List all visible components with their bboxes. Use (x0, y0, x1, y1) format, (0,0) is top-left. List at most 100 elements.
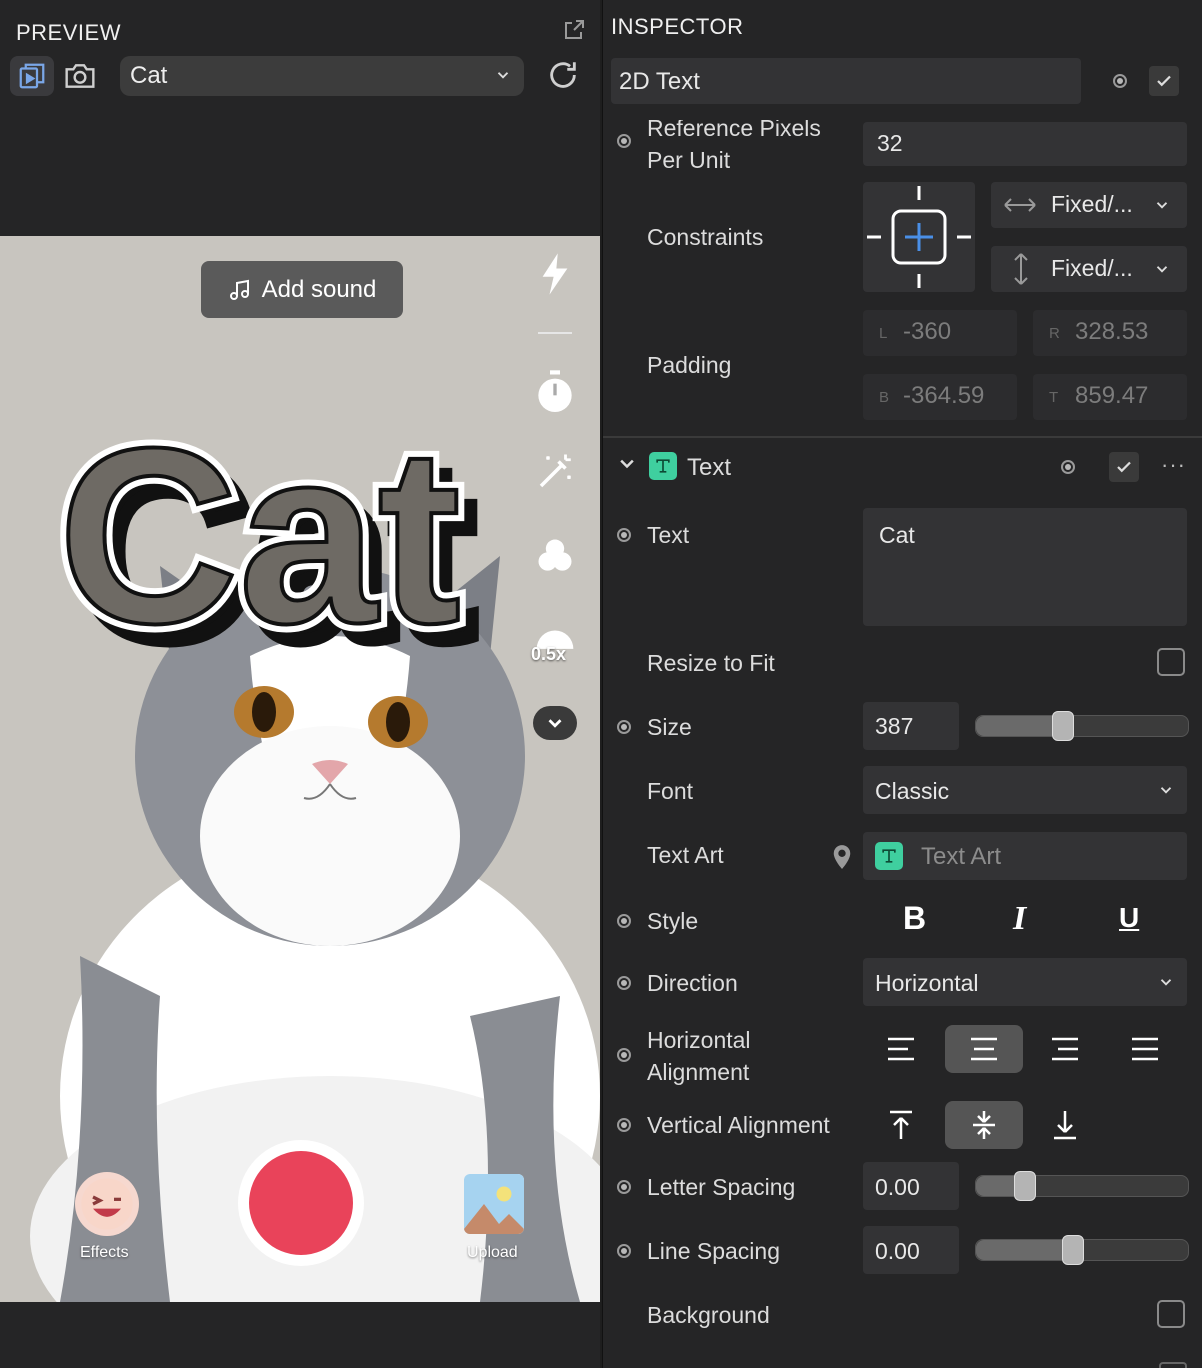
effect-selector[interactable]: Cat (120, 56, 524, 96)
filters-icon (538, 539, 572, 571)
text-radio[interactable] (617, 528, 631, 542)
external-link-icon[interactable] (562, 18, 588, 44)
object-enabled-checkbox[interactable] (1149, 66, 1179, 96)
more-options-button[interactable] (533, 706, 577, 740)
font-value: Classic (875, 778, 950, 804)
bold-button[interactable]: B (903, 900, 926, 937)
line-spacing-radio[interactable] (617, 1244, 631, 1258)
timer-icon (538, 370, 572, 412)
padding-bottom-key: B (879, 389, 890, 406)
upload-button[interactable] (464, 1174, 524, 1234)
filters-button[interactable] (533, 534, 577, 578)
letter-spacing-radio[interactable] (617, 1180, 631, 1194)
line-spacing-input[interactable]: 0.00 (863, 1226, 959, 1274)
line-spacing-slider[interactable] (975, 1235, 1189, 1265)
size-input[interactable]: 387 (863, 702, 959, 750)
record-button[interactable] (238, 1140, 364, 1266)
text-section-enabled-checkbox[interactable] (1109, 452, 1139, 482)
check-icon (1117, 461, 1131, 473)
ref-pixels-radio[interactable] (617, 134, 631, 148)
line-spacing-slider-thumb[interactable] (1062, 1235, 1084, 1265)
resize-to-fit-checkbox[interactable] (1157, 648, 1185, 676)
align-left-button[interactable] (862, 1025, 940, 1073)
align-center-icon (971, 1037, 997, 1061)
size-slider[interactable] (975, 711, 1189, 741)
padding-top-value: 859.47 (1075, 382, 1149, 409)
simulator-toggle-button[interactable] (10, 56, 54, 96)
padding-label: Padding (647, 352, 732, 378)
object-name-field[interactable]: 2D Text (611, 58, 1081, 104)
add-sound-button[interactable]: Add sound (201, 261, 403, 318)
letter-spacing-input[interactable]: 0.00 (863, 1162, 959, 1210)
text-section-visibility-radio[interactable] (1061, 460, 1075, 474)
style-radio[interactable] (617, 914, 631, 928)
svg-text:Cat: Cat (58, 416, 461, 666)
camera-button[interactable] (58, 56, 102, 96)
object-name-value: 2D Text (619, 68, 700, 95)
valign-middle-button[interactable] (945, 1101, 1023, 1149)
text-art-icon (875, 842, 903, 870)
chevron-down-icon (1160, 979, 1172, 986)
size-slider-thumb[interactable] (1052, 711, 1074, 741)
text-art-field[interactable]: Text Art (863, 832, 1187, 880)
padding-left-input[interactable]: L -360 (863, 310, 1017, 356)
effects-button[interactable] (75, 1172, 139, 1236)
emoji-face-icon (81, 1178, 133, 1230)
text-input-value: Cat (879, 522, 915, 548)
chevron-down-icon[interactable] (617, 454, 637, 474)
next-checkbox-partial[interactable] (1159, 1362, 1187, 1368)
padding-left-value: -360 (903, 318, 952, 345)
horizontal-constraint-dropdown[interactable]: Fixed/... (991, 182, 1187, 228)
padding-bottom-value: -364.59 (903, 382, 985, 409)
section-divider (603, 436, 1202, 438)
chevron-down-icon (494, 66, 512, 89)
font-dropdown[interactable]: Classic (863, 766, 1187, 814)
inspector-title: INSPECTOR (611, 14, 744, 39)
align-justify-button[interactable] (1106, 1025, 1184, 1073)
timer-button[interactable] (533, 370, 577, 414)
letter-spacing-slider[interactable] (975, 1171, 1189, 1201)
magic-wand-button[interactable] (533, 450, 577, 494)
pin-icon[interactable] (831, 844, 853, 870)
text-input[interactable]: Cat (863, 508, 1187, 626)
direction-dropdown[interactable]: Horizontal (863, 958, 1187, 1006)
valign-radio[interactable] (617, 1118, 631, 1132)
constraints-widget[interactable] (863, 182, 975, 292)
align-right-button[interactable] (1026, 1025, 1104, 1073)
inspector-panel: INSPECTOR 2D Text Reference Pixels Per U… (602, 0, 1202, 1368)
letter-spacing-label: Letter Spacing (647, 1174, 796, 1200)
padding-bottom-input[interactable]: B -364.59 (863, 374, 1017, 420)
preview-footer (0, 1302, 600, 1368)
object-visibility-radio[interactable] (1113, 74, 1127, 88)
size-radio[interactable] (617, 720, 631, 734)
direction-radio[interactable] (617, 976, 631, 990)
text-label: Text (647, 522, 690, 548)
camera-preview: Cat Cat Cat Add sound 0.5x Effects Uploa… (0, 236, 600, 1302)
valign-top-button[interactable] (862, 1101, 940, 1149)
background-checkbox[interactable] (1157, 1300, 1185, 1328)
flash-button[interactable] (533, 252, 577, 296)
halign-radio[interactable] (617, 1048, 631, 1062)
padding-top-input[interactable]: T 859.47 (1033, 374, 1187, 420)
magic-wand-icon (539, 454, 571, 488)
underline-button[interactable]: U (1119, 902, 1139, 934)
size-label: Size (647, 714, 692, 740)
text-section-title: Text (687, 454, 732, 481)
vertical-constraint-dropdown[interactable]: Fixed/... (991, 246, 1187, 292)
refresh-button[interactable] (546, 58, 580, 97)
text-art-value: Text Art (921, 843, 1002, 870)
padding-right-key: R (1049, 325, 1060, 342)
valign-bottom-button[interactable] (1026, 1101, 1104, 1149)
resize-to-fit-label: Resize to Fit (647, 650, 775, 676)
check-icon (1157, 75, 1171, 87)
italic-button[interactable]: I (1013, 900, 1026, 938)
image-gallery-icon (464, 1174, 524, 1234)
more-options-icon[interactable]: ··· (1161, 452, 1186, 478)
background-label: Background (647, 1302, 770, 1328)
letter-spacing-slider-thumb[interactable] (1014, 1171, 1036, 1201)
align-center-button[interactable] (945, 1025, 1023, 1073)
chevron-down-icon (1156, 266, 1168, 273)
align-justify-icon (1132, 1037, 1158, 1061)
ref-pixels-input[interactable]: 32 (863, 122, 1187, 166)
padding-right-input[interactable]: R 328.53 (1033, 310, 1187, 356)
